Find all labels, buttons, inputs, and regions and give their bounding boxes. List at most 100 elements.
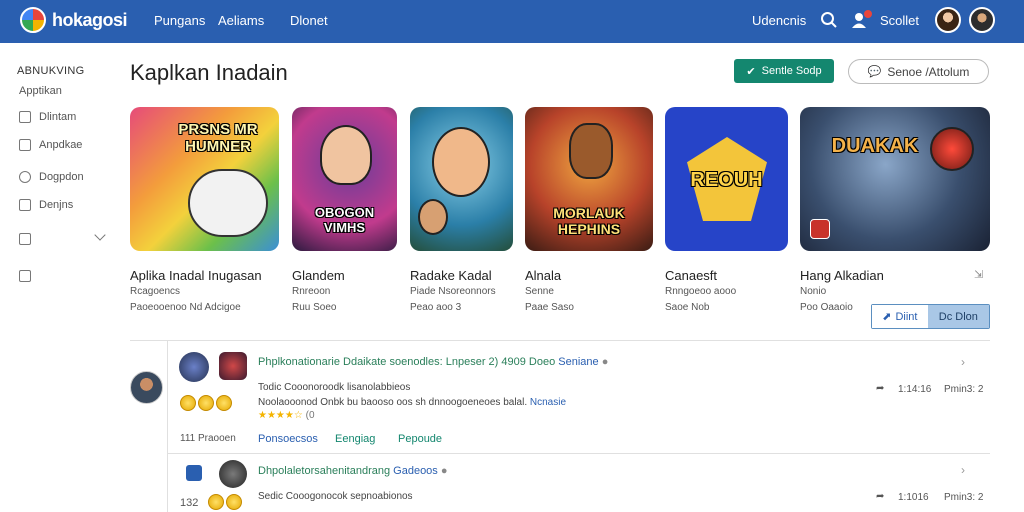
avatar[interactable] [219, 352, 247, 380]
share-icon[interactable]: ⇲ [974, 268, 983, 281]
divider [167, 453, 990, 454]
character-art [930, 127, 974, 171]
circle-icon [19, 171, 31, 183]
check-icon [19, 139, 31, 151]
globe-icon: ● [440, 465, 448, 477]
feed-item-meta: Pmin3: 2 [944, 492, 984, 503]
game-card-image-3[interactable] [410, 107, 513, 251]
primary-button[interactable]: ✔ Sentle Sodp [734, 59, 834, 83]
search-icon[interactable] [820, 11, 838, 29]
page-title: Kaplkan Inadain [130, 60, 288, 85]
feed-item-time: 1:14:16 [898, 384, 932, 395]
card-title[interactable]: Radake Kadal [410, 268, 492, 283]
game-card-image-1[interactable]: PRSNS MR HUMNER [130, 107, 279, 251]
character-art [569, 123, 613, 179]
split-button-right[interactable]: Dc Dlon [927, 305, 989, 328]
square-icon [19, 111, 31, 123]
chat-icon: 💬 [867, 66, 882, 78]
grid-icon [19, 199, 31, 211]
bookmark-icon [19, 233, 31, 245]
sidebar-item-5[interactable] [19, 233, 31, 245]
chevron-right-icon[interactable]: › [961, 355, 965, 369]
coin-icon [226, 494, 242, 510]
card-meta: Rnreoon [292, 286, 331, 297]
coin-badges [180, 395, 232, 411]
character-art [418, 199, 448, 235]
nav-item-1[interactable]: Pungans [154, 13, 205, 28]
feed-item-title[interactable]: Dhpolaletorsahenitandrang Gadeoos ● [258, 465, 448, 477]
card-art-title: OBOGON VIMHS [314, 205, 375, 235]
chevron-down-icon[interactable] [94, 229, 106, 241]
action-link-2[interactable]: Eengiag [335, 433, 375, 445]
gamepad-icon [188, 169, 268, 237]
box-icon [19, 270, 31, 282]
feed-item-meta: Pmin3: 2 [944, 384, 984, 395]
card-meta: Peao aoo 3 [410, 302, 462, 313]
share-icon[interactable]: ➦ [876, 491, 884, 502]
top-right-link[interactable]: Udencnis [752, 13, 806, 28]
pin-icon: ⬈ [882, 311, 892, 323]
character-art [432, 127, 490, 197]
card-title[interactable]: Hang Alkadian [800, 268, 884, 283]
split-button[interactable]: ⬈ Diint Dc Dlon [871, 304, 990, 329]
globe-icon: ● [601, 356, 609, 368]
card-meta: Senne [525, 286, 554, 297]
card-meta: Nonio [800, 286, 827, 297]
check-icon: ✔ [746, 65, 756, 78]
coin-icon [208, 494, 224, 510]
notification-badge [864, 10, 872, 18]
coin-badges [208, 494, 242, 510]
feed-item-description: Noolaooonod Onbk bu baooso oos sh dnnoog… [258, 397, 567, 408]
avatar[interactable] [219, 460, 247, 488]
sidebar-item-label: Denjns [39, 199, 74, 211]
card-title[interactable]: Canaesft [665, 268, 717, 283]
avatar[interactable] [179, 352, 209, 382]
sidebar-subheading[interactable]: Apptikan [19, 85, 62, 97]
divider [130, 340, 990, 341]
sidebar-item-1[interactable]: Dlintam [19, 111, 76, 123]
user-label[interactable]: Scollet [880, 13, 919, 28]
avatar[interactable] [130, 371, 163, 404]
card-meta: Rnngoeoo aooo [665, 286, 737, 297]
feed-item-title[interactable]: Phplkonationarie Ddaikate soenodles: Lnp… [258, 356, 608, 368]
divider-vertical [167, 341, 168, 512]
badge-icon [810, 219, 830, 239]
secondary-button[interactable]: 💬 Senoe /Attolum [848, 59, 989, 84]
nav-item-3[interactable]: Dlonet [290, 13, 328, 28]
action-link-3[interactable]: Pepoude [398, 433, 442, 445]
game-card-image-6[interactable]: DUAKAK [800, 107, 990, 251]
card-art-title: PRSNS MR HUMNER [178, 121, 258, 155]
sidebar-item-6[interactable] [19, 270, 31, 282]
game-card-image-5[interactable]: REOUH [665, 107, 788, 251]
sidebar-item-3[interactable]: Dogpdon [19, 171, 84, 183]
card-art-title: MORLAUK HEPHINS [553, 205, 625, 237]
character-art [320, 125, 372, 185]
action-link-1[interactable]: Ponsoecsos [258, 433, 318, 445]
game-card-image-2[interactable]: OBOGON VIMHS [292, 107, 397, 251]
sidebar-item-label: Dogpdon [39, 171, 84, 183]
card-title[interactable]: Alnala [525, 268, 561, 283]
chevron-right-icon[interactable]: › [961, 463, 965, 477]
sidebar-item-label: Dlintam [39, 111, 77, 123]
card-title[interactable]: Aplika Inadal Inugasan [130, 268, 262, 283]
app-logo-icon[interactable] [20, 7, 46, 33]
thumbs-up-icon[interactable] [186, 465, 202, 481]
split-button-left[interactable]: ⬈ Diint [872, 305, 928, 328]
avatar-secondary[interactable] [969, 7, 995, 33]
nav-item-2[interactable]: Aeliams [218, 13, 264, 28]
card-meta: Ruu Soeo [292, 302, 337, 313]
game-card-image-4[interactable]: MORLAUK HEPHINS [525, 107, 653, 251]
card-meta: Poo Oaaoio [800, 302, 853, 313]
coin-icon [216, 395, 232, 411]
feed-item-subtitle: Todic Cooonoroodk lisanolabbieos [258, 382, 411, 393]
top-bar: hokagosi Pungans Aeliams Dlonet Udencnis… [0, 0, 1024, 43]
card-meta: Saoe Nob [665, 302, 710, 313]
sidebar-item-4[interactable]: Denjns [19, 199, 73, 211]
rating-stars: ★★★★☆ (0 [258, 410, 315, 421]
share-icon[interactable]: ➦ [876, 383, 884, 394]
avatar[interactable] [935, 7, 961, 33]
sidebar-item-2[interactable]: Anpdkae [19, 139, 82, 151]
brand-name[interactable]: hokagosi [52, 10, 128, 31]
card-meta: Paae Saso [525, 302, 574, 313]
card-title[interactable]: Glandem [292, 268, 345, 283]
